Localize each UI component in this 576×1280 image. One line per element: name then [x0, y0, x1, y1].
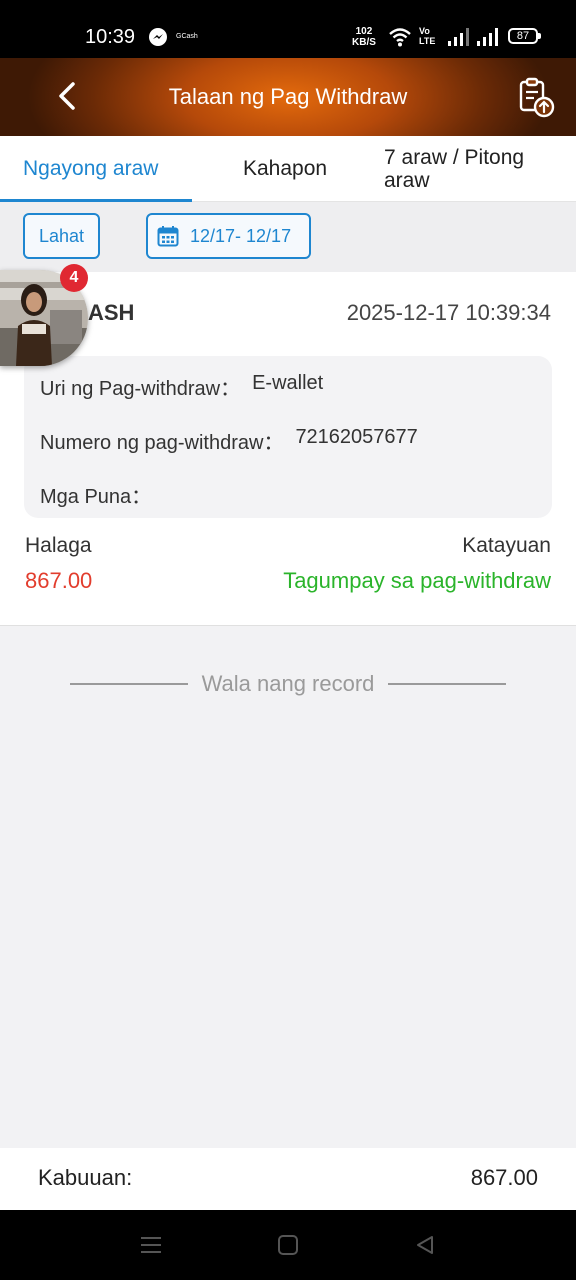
tab-seven-days[interactable]: 7 araw / Pitong araw	[384, 136, 564, 202]
filter-bar: Lahat 12/17- 12/17	[0, 202, 576, 272]
withdraw-details: Uri ng Pag-withdraw： E-wallet Numero ng …	[24, 356, 552, 518]
network-speed-value: 102	[355, 26, 373, 37]
no-more-records-text: Wala nang record	[201, 671, 375, 696]
volte-bottom: LTE	[419, 36, 436, 46]
withdraw-method: ASH	[88, 300, 135, 325]
network-speed: 102 KB/S	[352, 26, 376, 48]
withdraw-number-row: Numero ng pag-withdraw： 72162057677	[40, 426, 418, 455]
withdraw-type-value: E-wallet	[252, 372, 324, 394]
tab-yesterday[interactable]: Kahapon	[243, 136, 327, 202]
withdraw-number-label: Numero ng pag-withdraw：	[40, 432, 284, 454]
battery-icon: 87	[508, 28, 541, 44]
app-header: Talaan ng Pag Withdraw	[0, 58, 576, 136]
messenger-icon	[149, 28, 167, 46]
system-nav-bar	[0, 1210, 576, 1280]
period-tabs: Ngayong araw Kahapon 7 araw / Pitong ara…	[0, 136, 576, 202]
no-more-records: Wala nang record	[0, 666, 576, 702]
chevron-left-icon[interactable]	[48, 76, 88, 116]
total-label: Kabuuan:	[38, 1165, 133, 1190]
withdraw-datetime: 2025-12-17 10:39:34	[346, 300, 551, 325]
total-value: 867.00	[470, 1165, 538, 1190]
notification-badge: 4	[60, 264, 88, 292]
tab-today[interactable]: Ngayong araw	[23, 136, 158, 202]
clipboard-upload-icon[interactable]	[514, 76, 556, 118]
amount-value: 867.00	[25, 568, 93, 593]
status-bar: 10:39 GCash 102 KB/S Vo LTE 87	[0, 0, 576, 58]
withdraw-remarks-label: Mga Puna：	[40, 486, 152, 508]
withdraw-remarks-row: Mga Puna：	[40, 480, 151, 509]
volte-top: Vo	[419, 26, 430, 36]
volte-icon: Vo LTE	[419, 26, 435, 46]
status-label: Katayuan	[462, 534, 551, 557]
date-range-button[interactable]: 12/17- 12/17	[146, 213, 311, 259]
total-bar: Kabuuan: 867.00	[0, 1148, 576, 1210]
home-icon[interactable]	[277, 1234, 299, 1256]
withdraw-type-label: Uri ng Pag-withdraw：	[40, 378, 241, 400]
signal-icon	[448, 28, 469, 46]
date-range-label: 12/17- 12/17	[190, 225, 292, 246]
status-time: 10:39	[85, 26, 136, 48]
gcash-notification-label: GCash	[176, 33, 198, 40]
signal-icon	[477, 28, 498, 46]
status-value: Tagumpay sa pag-withdraw	[283, 568, 551, 593]
divider	[388, 683, 507, 685]
divider	[69, 683, 188, 685]
amount-label: Halaga	[25, 534, 92, 557]
calendar-icon	[157, 226, 179, 247]
wifi-icon	[389, 28, 411, 47]
recents-menu-icon[interactable]	[140, 1234, 162, 1256]
back-triangle-icon[interactable]	[414, 1234, 436, 1256]
floating-chat-avatar[interactable]: 4	[0, 264, 88, 366]
all-filter-button[interactable]: Lahat	[23, 213, 100, 259]
withdraw-number-value: 72162057677	[295, 426, 418, 448]
withdraw-type-row: Uri ng Pag-withdraw： E-wallet	[40, 372, 323, 401]
network-speed-unit: KB/S	[352, 37, 376, 48]
